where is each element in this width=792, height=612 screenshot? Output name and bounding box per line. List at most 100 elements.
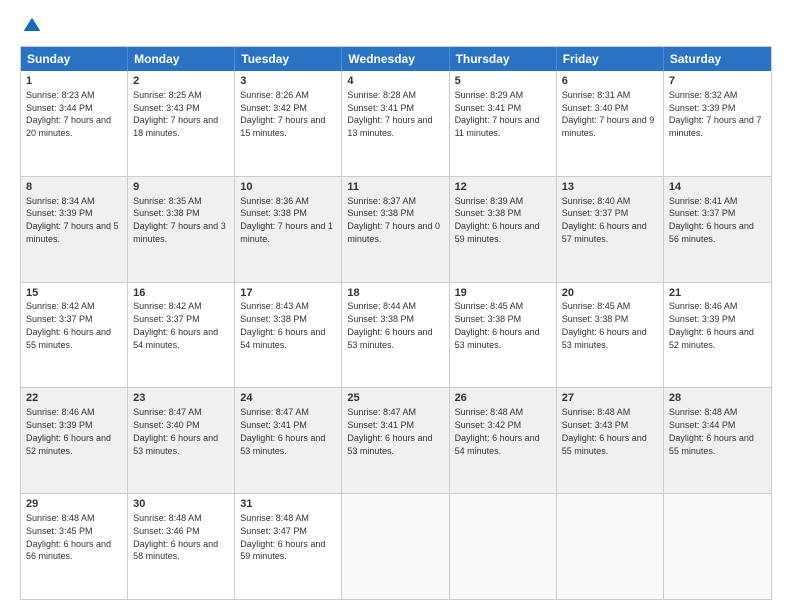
calendar-week-5: 29Sunrise: 8:48 AM Sunset: 3:45 PM Dayli… — [21, 494, 771, 599]
cell-info: Sunrise: 8:48 AM Sunset: 3:44 PM Dayligh… — [669, 407, 754, 455]
calendar-cell: 15Sunrise: 8:42 AM Sunset: 3:37 PM Dayli… — [21, 283, 128, 388]
calendar-cell: 2Sunrise: 8:25 AM Sunset: 3:43 PM Daylig… — [128, 71, 235, 176]
calendar-week-4: 22Sunrise: 8:46 AM Sunset: 3:39 PM Dayli… — [21, 388, 771, 494]
day-number: 17 — [240, 286, 336, 301]
calendar-cell: 26Sunrise: 8:48 AM Sunset: 3:42 PM Dayli… — [450, 388, 557, 493]
cell-info: Sunrise: 8:28 AM Sunset: 3:41 PM Dayligh… — [347, 90, 432, 138]
cell-info: Sunrise: 8:48 AM Sunset: 3:45 PM Dayligh… — [26, 513, 111, 561]
calendar-cell: 13Sunrise: 8:40 AM Sunset: 3:37 PM Dayli… — [557, 177, 664, 282]
calendar-cell: 25Sunrise: 8:47 AM Sunset: 3:41 PM Dayli… — [342, 388, 449, 493]
calendar-cell: 31Sunrise: 8:48 AM Sunset: 3:47 PM Dayli… — [235, 494, 342, 599]
calendar-header: SundayMondayTuesdayWednesdayThursdayFrid… — [21, 47, 771, 71]
page: SundayMondayTuesdayWednesdayThursdayFrid… — [0, 0, 792, 612]
day-number: 7 — [669, 74, 766, 89]
day-number: 19 — [455, 286, 551, 301]
header-day-tuesday: Tuesday — [235, 47, 342, 71]
calendar-cell: 8Sunrise: 8:34 AM Sunset: 3:39 PM Daylig… — [21, 177, 128, 282]
day-number: 2 — [133, 74, 229, 89]
calendar-cell — [450, 494, 557, 599]
header-day-friday: Friday — [557, 47, 664, 71]
header-day-thursday: Thursday — [450, 47, 557, 71]
cell-info: Sunrise: 8:45 AM Sunset: 3:38 PM Dayligh… — [562, 301, 647, 349]
calendar-cell: 29Sunrise: 8:48 AM Sunset: 3:45 PM Dayli… — [21, 494, 128, 599]
calendar-cell: 10Sunrise: 8:36 AM Sunset: 3:38 PM Dayli… — [235, 177, 342, 282]
cell-info: Sunrise: 8:48 AM Sunset: 3:47 PM Dayligh… — [240, 513, 325, 561]
day-number: 21 — [669, 286, 766, 301]
day-number: 9 — [133, 180, 229, 195]
day-number: 12 — [455, 180, 551, 195]
day-number: 16 — [133, 286, 229, 301]
cell-info: Sunrise: 8:41 AM Sunset: 3:37 PM Dayligh… — [669, 196, 754, 244]
calendar-cell: 22Sunrise: 8:46 AM Sunset: 3:39 PM Dayli… — [21, 388, 128, 493]
cell-info: Sunrise: 8:42 AM Sunset: 3:37 PM Dayligh… — [133, 301, 218, 349]
day-number: 30 — [133, 497, 229, 512]
header-day-wednesday: Wednesday — [342, 47, 449, 71]
day-number: 15 — [26, 286, 122, 301]
cell-info: Sunrise: 8:25 AM Sunset: 3:43 PM Dayligh… — [133, 90, 218, 138]
day-number: 11 — [347, 180, 443, 195]
calendar-week-2: 8Sunrise: 8:34 AM Sunset: 3:39 PM Daylig… — [21, 177, 771, 283]
header-day-saturday: Saturday — [664, 47, 771, 71]
day-number: 10 — [240, 180, 336, 195]
calendar-cell: 21Sunrise: 8:46 AM Sunset: 3:39 PM Dayli… — [664, 283, 771, 388]
calendar-cell: 4Sunrise: 8:28 AM Sunset: 3:41 PM Daylig… — [342, 71, 449, 176]
calendar-cell: 5Sunrise: 8:29 AM Sunset: 3:41 PM Daylig… — [450, 71, 557, 176]
cell-info: Sunrise: 8:46 AM Sunset: 3:39 PM Dayligh… — [669, 301, 754, 349]
cell-info: Sunrise: 8:32 AM Sunset: 3:39 PM Dayligh… — [669, 90, 762, 138]
day-number: 8 — [26, 180, 122, 195]
cell-info: Sunrise: 8:44 AM Sunset: 3:38 PM Dayligh… — [347, 301, 432, 349]
calendar-body: 1Sunrise: 8:23 AM Sunset: 3:44 PM Daylig… — [21, 71, 771, 599]
cell-info: Sunrise: 8:48 AM Sunset: 3:42 PM Dayligh… — [455, 407, 540, 455]
calendar-cell: 7Sunrise: 8:32 AM Sunset: 3:39 PM Daylig… — [664, 71, 771, 176]
logo-text — [20, 16, 42, 36]
calendar: SundayMondayTuesdayWednesdayThursdayFrid… — [20, 46, 772, 600]
day-number: 3 — [240, 74, 336, 89]
day-number: 20 — [562, 286, 658, 301]
day-number: 14 — [669, 180, 766, 195]
cell-info: Sunrise: 8:26 AM Sunset: 3:42 PM Dayligh… — [240, 90, 325, 138]
day-number: 25 — [347, 391, 443, 406]
day-number: 23 — [133, 391, 229, 406]
calendar-cell: 6Sunrise: 8:31 AM Sunset: 3:40 PM Daylig… — [557, 71, 664, 176]
cell-info: Sunrise: 8:31 AM Sunset: 3:40 PM Dayligh… — [562, 90, 655, 138]
cell-info: Sunrise: 8:48 AM Sunset: 3:46 PM Dayligh… — [133, 513, 218, 561]
calendar-cell: 28Sunrise: 8:48 AM Sunset: 3:44 PM Dayli… — [664, 388, 771, 493]
day-number: 27 — [562, 391, 658, 406]
cell-info: Sunrise: 8:29 AM Sunset: 3:41 PM Dayligh… — [455, 90, 540, 138]
cell-info: Sunrise: 8:45 AM Sunset: 3:38 PM Dayligh… — [455, 301, 540, 349]
day-number: 6 — [562, 74, 658, 89]
calendar-cell: 23Sunrise: 8:47 AM Sunset: 3:40 PM Dayli… — [128, 388, 235, 493]
cell-info: Sunrise: 8:47 AM Sunset: 3:40 PM Dayligh… — [133, 407, 218, 455]
calendar-cell: 1Sunrise: 8:23 AM Sunset: 3:44 PM Daylig… — [21, 71, 128, 176]
cell-info: Sunrise: 8:35 AM Sunset: 3:38 PM Dayligh… — [133, 196, 226, 244]
calendar-week-1: 1Sunrise: 8:23 AM Sunset: 3:44 PM Daylig… — [21, 71, 771, 177]
calendar-cell: 12Sunrise: 8:39 AM Sunset: 3:38 PM Dayli… — [450, 177, 557, 282]
calendar-cell: 24Sunrise: 8:47 AM Sunset: 3:41 PM Dayli… — [235, 388, 342, 493]
cell-info: Sunrise: 8:48 AM Sunset: 3:43 PM Dayligh… — [562, 407, 647, 455]
calendar-cell — [557, 494, 664, 599]
cell-info: Sunrise: 8:40 AM Sunset: 3:37 PM Dayligh… — [562, 196, 647, 244]
calendar-cell — [342, 494, 449, 599]
day-number: 4 — [347, 74, 443, 89]
logo-icon — [22, 16, 42, 36]
cell-info: Sunrise: 8:37 AM Sunset: 3:38 PM Dayligh… — [347, 196, 440, 244]
cell-info: Sunrise: 8:34 AM Sunset: 3:39 PM Dayligh… — [26, 196, 119, 244]
header-day-sunday: Sunday — [21, 47, 128, 71]
cell-info: Sunrise: 8:46 AM Sunset: 3:39 PM Dayligh… — [26, 407, 111, 455]
cell-info: Sunrise: 8:47 AM Sunset: 3:41 PM Dayligh… — [347, 407, 432, 455]
cell-info: Sunrise: 8:23 AM Sunset: 3:44 PM Dayligh… — [26, 90, 111, 138]
calendar-cell: 3Sunrise: 8:26 AM Sunset: 3:42 PM Daylig… — [235, 71, 342, 176]
calendar-cell: 14Sunrise: 8:41 AM Sunset: 3:37 PM Dayli… — [664, 177, 771, 282]
calendar-cell: 18Sunrise: 8:44 AM Sunset: 3:38 PM Dayli… — [342, 283, 449, 388]
day-number: 18 — [347, 286, 443, 301]
logo — [20, 16, 42, 36]
day-number: 26 — [455, 391, 551, 406]
calendar-cell: 9Sunrise: 8:35 AM Sunset: 3:38 PM Daylig… — [128, 177, 235, 282]
header — [20, 16, 772, 36]
calendar-cell: 17Sunrise: 8:43 AM Sunset: 3:38 PM Dayli… — [235, 283, 342, 388]
cell-info: Sunrise: 8:42 AM Sunset: 3:37 PM Dayligh… — [26, 301, 111, 349]
cell-info: Sunrise: 8:36 AM Sunset: 3:38 PM Dayligh… — [240, 196, 333, 244]
day-number: 5 — [455, 74, 551, 89]
header-day-monday: Monday — [128, 47, 235, 71]
day-number: 24 — [240, 391, 336, 406]
